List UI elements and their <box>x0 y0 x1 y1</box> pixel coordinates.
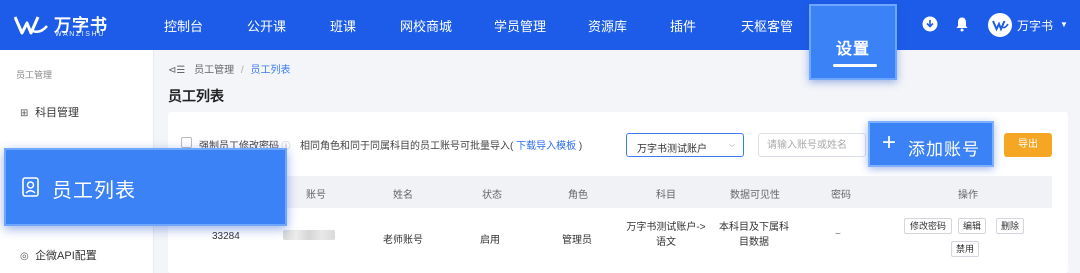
collapse-icon[interactable]: ⊲☰ <box>168 65 185 76</box>
avatar[interactable] <box>988 13 1012 37</box>
account-select-value: 万字书测试账户 <box>637 144 707 155</box>
top-nav: 万字书 WANZISHU 控制台 公开课 班课 网校商城 学员管理 资源库 插件… <box>0 0 1080 50</box>
download-template-link[interactable]: 下载导入模板 <box>516 141 576 152</box>
nav-public-course[interactable]: 公开课 <box>247 16 286 35</box>
sidebar-item-wecom-api[interactable]: ◎ 企微API配置 <box>20 247 97 263</box>
plus-icon: + <box>882 129 897 156</box>
add-account-label: 添加账号 <box>908 140 980 159</box>
account-select[interactable]: 万字书测试账户 ⌵ <box>626 133 744 157</box>
breadcrumb-current: 员工列表 <box>250 65 291 76</box>
user-name[interactable]: 万字书 <box>1017 17 1053 34</box>
sidebar-section-title: 员工管理 <box>16 70 53 80</box>
sidebar-item-label: 企微API配置 <box>35 250 97 262</box>
download-icon[interactable] <box>922 16 938 32</box>
caret-down-icon[interactable]: ▼ <box>1060 20 1068 29</box>
page-title: 员工列表 <box>168 88 224 104</box>
cell-status: 启用 <box>480 235 500 246</box>
col-account: 账号 <box>306 190 326 201</box>
col-subject: 科目 <box>656 190 676 201</box>
list-icon: ⊞ <box>20 108 29 119</box>
eye-closed-icon[interactable]: ⌣ <box>835 228 841 239</box>
nav-tianshu[interactable]: 天枢客管 <box>741 16 793 35</box>
bell-icon[interactable] <box>954 16 970 32</box>
export-button[interactable]: 导出 <box>1004 133 1052 157</box>
breadcrumb: ⊲☰ 员工管理 / 员工列表 <box>168 61 290 76</box>
nav-settings-label: 设置 <box>835 41 870 58</box>
brand-logo[interactable]: 万字书 WANZISHU <box>14 11 134 39</box>
cell-role: 管理员 <box>562 235 592 246</box>
avatar-logo-icon <box>992 20 1009 32</box>
col-name: 姓名 <box>393 190 413 201</box>
search-input[interactable] <box>758 133 866 157</box>
import-tip: 相同角色和同于同属科目的员工账号可批量导入( 下载导入模板 ) <box>300 141 583 152</box>
add-account-button[interactable]: + 添加账号 <box>868 121 994 167</box>
nav-class-course[interactable]: 班课 <box>330 16 356 35</box>
cell-name: 老师账号 <box>383 235 423 246</box>
sidebar-item-label: 科目管理 <box>35 107 80 119</box>
table-header <box>168 176 1052 208</box>
chevron-down-icon: ⌵ <box>728 140 735 149</box>
cell-id: 33284 <box>212 231 240 242</box>
breadcrumb-parent[interactable]: 员工管理 <box>194 65 234 76</box>
nav-students[interactable]: 学员管理 <box>494 16 546 35</box>
brand-sub: WANZISHU <box>55 31 105 38</box>
delete-button[interactable]: 删除 <box>996 218 1024 234</box>
cell-account-blurred <box>283 230 335 240</box>
cell-subject: 万字书测试账户->语文 <box>626 222 706 248</box>
logo-mark-icon <box>14 16 48 35</box>
col-actions: 操作 <box>958 190 978 201</box>
force-pwd-checkbox[interactable] <box>181 137 192 148</box>
sidebar-item-employee-list[interactable]: 员工列表 <box>4 148 287 226</box>
nav-shop[interactable]: 网校商城 <box>400 16 452 35</box>
col-role: 角色 <box>568 190 588 201</box>
sidebar-item-label: 员工列表 <box>52 180 136 202</box>
col-visibility: 数据可见性 <box>730 190 780 201</box>
disable-button[interactable]: 禁用 <box>951 241 979 257</box>
nav-plugins[interactable]: 插件 <box>670 16 696 35</box>
nav-resources[interactable]: 资源库 <box>588 16 627 35</box>
cell-visibility: 本科目及下属科目数据 <box>719 222 789 248</box>
user-card-icon <box>22 177 39 197</box>
chat-icon: ◎ <box>20 251 29 262</box>
col-status: 状态 <box>482 190 502 201</box>
active-underline <box>833 64 877 67</box>
breadcrumb-separator: / <box>240 65 244 76</box>
sidebar-item-subjects[interactable]: ⊞ 科目管理 <box>20 104 79 120</box>
change-password-button[interactable]: 修改密码 <box>904 218 952 234</box>
col-password: 密码 <box>831 190 851 201</box>
edit-button[interactable]: 编辑 <box>958 218 986 234</box>
nav-console[interactable]: 控制台 <box>164 16 203 35</box>
nav-settings[interactable]: 设置 <box>809 4 897 80</box>
